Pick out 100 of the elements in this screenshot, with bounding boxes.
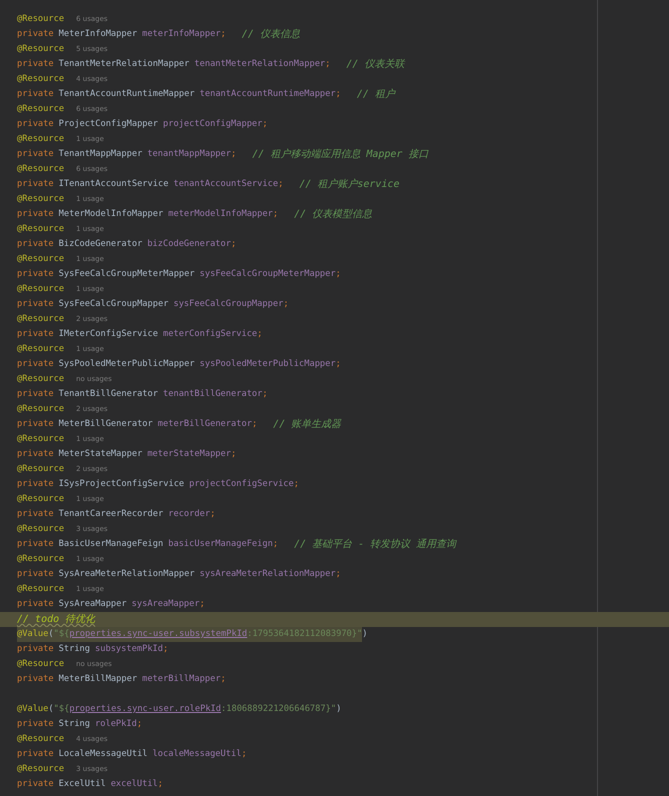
annotation: @Resource	[17, 193, 64, 206]
type-name: TenantCareerRecorder	[58, 508, 164, 521]
semicolon: ;	[336, 568, 341, 581]
string-literal: :1806889221206646787}"	[221, 703, 336, 716]
field-name: meterBillGenerator	[158, 418, 252, 431]
field-name: excelUtil	[110, 778, 158, 791]
semicolon: ;	[262, 118, 268, 131]
type-name: MeterModelInfoMapper	[58, 208, 164, 221]
annotation: @Resource	[17, 763, 64, 776]
keyword: private	[17, 58, 54, 71]
field-name: sysFeeCalcGroupMapper	[173, 298, 284, 311]
keyword: private	[17, 748, 54, 761]
type-name: LocaleMessageUtil	[58, 748, 148, 761]
field-name: rolePkId	[95, 718, 137, 731]
type-name: SysAreaMapper	[58, 598, 127, 611]
annotation: @Resource	[17, 13, 64, 26]
keyword: private	[17, 478, 54, 491]
property-key: properties.sync-user.rolePkId	[69, 702, 222, 717]
type-name: MeterBillMapper	[58, 673, 138, 686]
type-name: TenantMeterRelationMapper	[58, 58, 190, 71]
type-name: TenantMappMapper	[58, 148, 142, 161]
type-name: String	[58, 718, 90, 731]
code-comment: // 租户移动端应用信息 Mapper 接口	[252, 148, 428, 162]
annotation: @Resource	[17, 583, 64, 596]
field-name: recorder	[168, 508, 210, 521]
annotation: @Resource	[17, 283, 64, 296]
semicolon: ;	[278, 178, 284, 191]
field-name: subsystemPkId	[95, 643, 164, 656]
code-comment: // 基础平台 - 转发协议 通用查询	[294, 538, 456, 552]
semicolon: ;	[158, 778, 164, 791]
annotation: @Resource	[17, 103, 64, 116]
keyword: private	[17, 568, 54, 581]
field-name: bizCodeGenerator	[147, 238, 231, 251]
code-comment: // 账单生成器	[273, 418, 342, 432]
code-editor[interactable]	[0, 0, 669, 796]
semicolon: ;	[272, 538, 278, 551]
semicolon: ;	[336, 88, 341, 101]
semicolon: ;	[325, 58, 330, 71]
semicolon: ;	[262, 388, 268, 401]
keyword: private	[17, 643, 54, 656]
field-name: projectConfigMapper	[163, 118, 262, 131]
semicolon: ;	[294, 478, 299, 491]
annotation: @Resource	[17, 493, 64, 506]
field-name: tenantBillGenerator	[163, 388, 262, 401]
annotation: @Resource	[17, 343, 64, 356]
semicolon: ;	[336, 358, 341, 371]
string-literal: :1795364182112083970}"	[247, 628, 362, 641]
keyword: private	[17, 208, 54, 221]
type-name: ProjectConfigMapper	[58, 118, 158, 131]
field-name: sysAreaMapper	[132, 598, 200, 611]
annotation: @Resource	[17, 523, 64, 536]
annotation: @Resource	[17, 463, 64, 476]
semicolon: ;	[241, 748, 247, 761]
string-literal: "${	[54, 628, 70, 641]
semicolon: ;	[220, 28, 226, 41]
semicolon: ;	[283, 298, 289, 311]
type-name: MeterInfoMapper	[58, 28, 138, 41]
type-name: MeterStateMapper	[58, 448, 142, 461]
keyword: private	[17, 268, 54, 281]
semicolon: ;	[231, 148, 236, 161]
type-name: TenantBillGenerator	[58, 388, 158, 401]
keyword: private	[17, 448, 54, 461]
keyword: private	[17, 418, 54, 431]
parenthesis: )	[362, 628, 368, 641]
keyword: private	[17, 718, 54, 731]
semicolon: ;	[257, 328, 262, 341]
annotation: @Resource	[17, 223, 64, 236]
type-name: ISysProjectConfigService	[58, 478, 184, 491]
field-name: tenantAccountService	[173, 178, 278, 191]
code-comment: // 租户	[356, 88, 395, 102]
annotation: @Resource	[17, 73, 64, 86]
field-name: meterInfoMapper	[142, 28, 221, 41]
keyword: private	[17, 508, 54, 521]
code-comment: // 仪表模型信息	[294, 208, 372, 222]
field-name: basicUserManageFeign	[168, 538, 273, 551]
semicolon: ;	[252, 418, 258, 431]
keyword: private	[17, 598, 54, 611]
type-name: TenantAccountRuntimeMapper	[58, 88, 195, 101]
type-name: BasicUserManageFeign	[58, 538, 164, 551]
field-name: tenantMeterRelationMapper	[194, 58, 326, 71]
keyword: private	[17, 118, 54, 131]
string-literal: "${	[54, 703, 70, 716]
property-key: properties.sync-user.subsystemPkId	[69, 627, 248, 642]
parenthesis: )	[336, 703, 342, 716]
semicolon: ;	[200, 598, 205, 611]
semicolon: ;	[272, 208, 278, 221]
keyword: private	[17, 388, 54, 401]
keyword: private	[17, 778, 54, 791]
keyword: private	[17, 28, 54, 41]
annotation: @Resource	[17, 313, 64, 326]
semicolon: ;	[231, 238, 236, 251]
parenthesis: (	[48, 703, 54, 716]
type-name: BizCodeGenerator	[58, 238, 142, 251]
semicolon: ;	[220, 673, 226, 686]
field-name: meterStateMapper	[147, 448, 231, 461]
field-name: projectConfigService	[189, 478, 294, 491]
annotation: @Resource	[17, 253, 64, 266]
type-name: SysPooledMeterPublicMapper	[58, 358, 195, 371]
annotation: @Resource	[17, 163, 64, 176]
field-name: sysPooledMeterPublicMapper	[200, 358, 336, 371]
